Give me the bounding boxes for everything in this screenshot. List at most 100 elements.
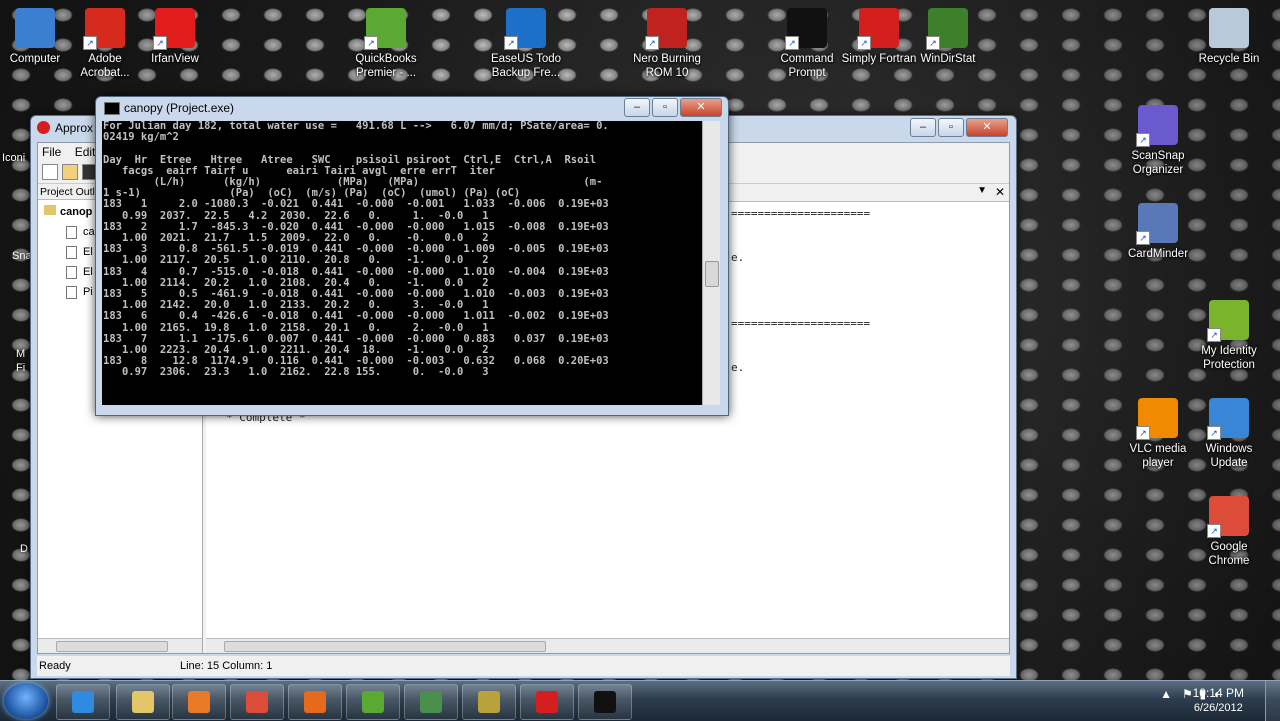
identity-icon: ↗ <box>1207 300 1249 342</box>
shortcut-arrow-icon: ↗ <box>83 36 97 50</box>
shortcut-arrow-icon: ↗ <box>364 36 378 50</box>
recycle-bin-icon <box>1209 8 1249 48</box>
taskbar-project-app-button[interactable] <box>404 684 458 720</box>
desktop-icon-fortran[interactable]: ↗ Simply Fortran <box>839 8 919 66</box>
desktop-icon-acrobat[interactable]: ↗ Adobe Acrobat... <box>65 8 145 80</box>
simply-fortran-icon <box>536 691 558 713</box>
taskbar-command-prompt-button[interactable] <box>578 684 632 720</box>
nero-icon: ↗ <box>645 8 687 50</box>
ide-minimize-button[interactable]: – <box>910 118 936 137</box>
taskbar-media-player-button[interactable] <box>172 684 226 720</box>
desktop-icon-computer[interactable]: Computer <box>0 8 75 66</box>
desktop-icon-label: Nero Burning ROM 10 <box>633 53 701 79</box>
desktop-icon-label: Recycle Bin <box>1198 53 1260 65</box>
clock[interactable]: 10:14 PM 6/26/2012 <box>1193 686 1244 716</box>
file-icon <box>66 285 77 299</box>
desktop-icon-chrome[interactable]: ↗ Google Chrome <box>1189 496 1269 568</box>
taskbar-simply-fortran-button[interactable] <box>520 684 574 720</box>
shortcut-arrow-icon: ↗ <box>785 36 799 50</box>
desktop-icon-easeus[interactable]: ↗ EaseUS Todo Backup Fre... <box>486 8 566 80</box>
desktop-icon-identity[interactable]: ↗ My Identity Protection <box>1189 300 1269 372</box>
menu-edit[interactable]: Edit <box>75 145 96 159</box>
console-vscrollbar[interactable] <box>702 121 720 405</box>
editor-hscrollbar[interactable] <box>206 638 1009 653</box>
shortcut-arrow-icon: ↗ <box>645 36 659 50</box>
taskbar-quickbooks-button[interactable] <box>346 684 400 720</box>
desktop-icon-label: My Identity Protection <box>1201 345 1257 371</box>
show-hidden-icons-icon[interactable]: ▲ <box>1160 687 1172 701</box>
left-icon-label-3[interactable]: M <box>16 348 25 360</box>
taskbar-chrome-button[interactable] <box>230 684 284 720</box>
desktop-icon-label: VLC media player <box>1129 443 1187 469</box>
outline-hscrollbar[interactable] <box>38 638 202 653</box>
outline-hscroll-thumb[interactable] <box>56 641 168 652</box>
console-title-text: canopy (Project.exe) <box>124 101 235 115</box>
left-icon-label-2[interactable]: Sna <box>12 250 32 262</box>
console-close-button[interactable]: ✕ <box>680 98 722 117</box>
desktop-icon-label: Command Prompt <box>780 53 834 79</box>
console-minimize-button[interactable]: – <box>624 98 650 117</box>
desktop-icon-windows-update[interactable]: ↗ Windows Update <box>1189 398 1269 470</box>
scansnap-icon: ↗ <box>1136 105 1178 147</box>
command-prompt-icon <box>594 691 616 713</box>
shortcut-arrow-icon: ↗ <box>1207 524 1221 538</box>
desktop-icon-label: EaseUS Todo Backup Fre... <box>490 53 562 79</box>
desktop-icon-cardminder[interactable]: ↗ CardMinder <box>1118 203 1198 261</box>
quickbooks-icon <box>362 691 384 713</box>
desktop-icon-scansnap[interactable]: ↗ ScanSnap Organizer <box>1118 105 1198 177</box>
desktop-icon-quickbooks[interactable]: ↗ QuickBooks Premier - ... <box>346 8 426 80</box>
shortcut-arrow-icon: ↗ <box>1136 426 1150 440</box>
console-output[interactable]: For Julian day 182, total water use = 49… <box>102 121 702 405</box>
file-icon <box>66 225 77 239</box>
desktop-icon-label: QuickBooks Premier - ... <box>355 53 417 79</box>
editor-hscroll-thumb[interactable] <box>224 641 546 652</box>
taskbar-firefox-button[interactable] <box>288 684 342 720</box>
console-window-controls: – ▫ ✕ <box>624 98 722 117</box>
left-icon-label-1[interactable]: Iconi <box>2 152 25 164</box>
internet-explorer-icon <box>72 691 94 713</box>
console-vscroll-thumb[interactable] <box>705 261 719 287</box>
clock-date: 6/26/2012 <box>1193 702 1243 714</box>
taskbar-windows-explorer-button[interactable] <box>116 684 170 720</box>
easeus-icon: ↗ <box>504 8 546 50</box>
ide-window-controls: – ▫ ✕ <box>910 118 1008 137</box>
new-file-icon[interactable] <box>42 164 58 180</box>
desktop-icon-recycle-bin[interactable]: Recycle Bin <box>1189 8 1269 66</box>
menu-file[interactable]: File <box>42 145 61 159</box>
start-button[interactable] <box>4 683 48 719</box>
desktop-icon-nero[interactable]: ↗ Nero Burning ROM 10 <box>627 8 707 80</box>
ide-maximize-button[interactable]: ▫ <box>938 118 964 137</box>
open-folder-icon[interactable] <box>62 164 78 180</box>
fortran-icon: ↗ <box>857 8 899 50</box>
editor-rule-2: ===================== <box>731 317 871 330</box>
chevron-down-icon[interactable]: ▼ <box>977 185 987 196</box>
file-icon <box>66 245 77 259</box>
cmd-icon: ↗ <box>785 8 827 50</box>
quickbooks-icon: ↗ <box>364 8 406 50</box>
taskbar-internet-explorer-button[interactable] <box>56 684 110 720</box>
console-output-text: For Julian day 182, total water use = 49… <box>103 121 609 379</box>
ide-close-button[interactable]: ✕ <box>966 118 1008 137</box>
shortcut-arrow-icon: ↗ <box>153 36 167 50</box>
chrome-icon <box>246 691 268 713</box>
desktop-icon-label: ScanSnap Organizer <box>1131 150 1185 176</box>
left-icon-label-4[interactable]: Fi <box>16 362 25 374</box>
desktop-icon-cmd[interactable]: ↗ Command Prompt <box>767 8 847 80</box>
show-desktop-button[interactable] <box>1265 681 1280 721</box>
close-icon[interactable]: ✕ <box>995 185 1005 199</box>
left-icon-label-5[interactable]: D <box>20 543 28 555</box>
flag-icon[interactable]: ⚑ <box>1182 687 1193 701</box>
windows-explorer-icon <box>132 691 154 713</box>
desktop-icon-irfanview[interactable]: ↗ IrfanView <box>135 8 215 66</box>
desktop-icon-windirstat[interactable]: ↗ WinDirStat <box>908 8 988 66</box>
desktop-icon-vlc[interactable]: ↗ VLC media player <box>1118 398 1198 470</box>
desktop-icon-label: Computer <box>9 53 61 65</box>
shortcut-arrow-icon: ↗ <box>1207 426 1221 440</box>
chrome-icon: ↗ <box>1207 496 1249 538</box>
console-maximize-button[interactable]: ▫ <box>652 98 678 117</box>
shortcut-arrow-icon: ↗ <box>857 36 871 50</box>
vlc-icon: ↗ <box>1136 398 1178 440</box>
console-window[interactable]: canopy (Project.exe) – ▫ ✕ For Julian da… <box>95 96 729 416</box>
cardminder-icon: ↗ <box>1136 203 1178 245</box>
taskbar-chart-app-button[interactable] <box>462 684 516 720</box>
